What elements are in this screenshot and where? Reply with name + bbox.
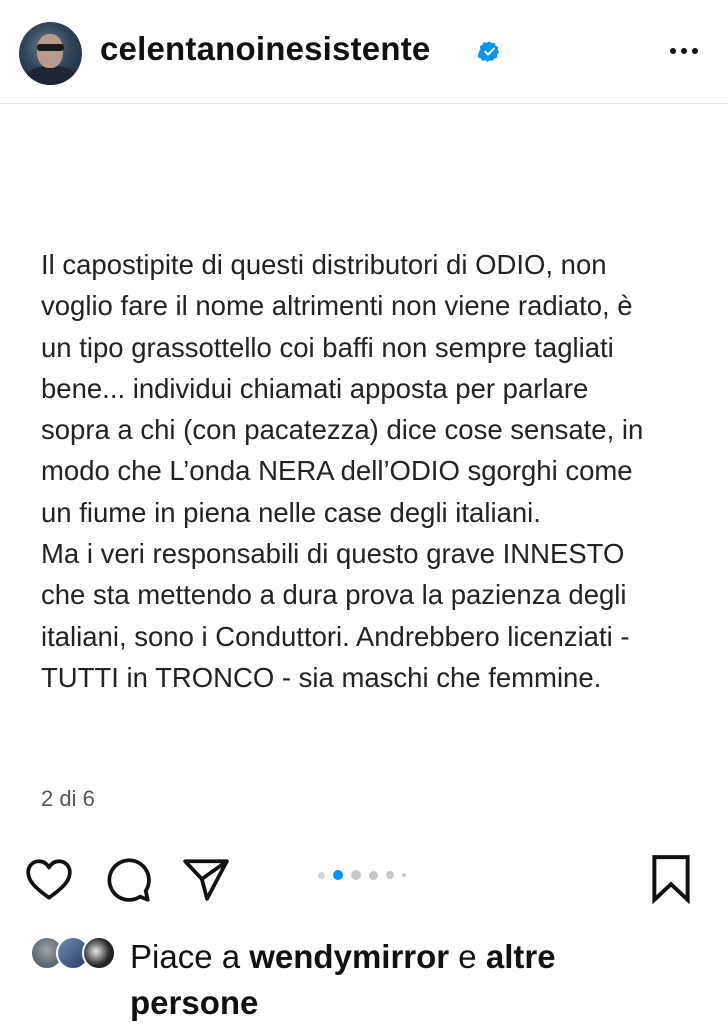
heart-icon[interactable] — [24, 855, 74, 905]
avatar-face — [37, 34, 63, 68]
carousel-dot — [351, 870, 361, 880]
post-text-line: un tipo grassottello coi baffi non sempr… — [41, 331, 614, 363]
post-text-line: modo che L’onda NERA dell’ODIO sgorghi c… — [41, 455, 633, 487]
avatar-shirt — [27, 66, 75, 85]
carousel-dot — [402, 873, 406, 877]
send-icon[interactable] — [180, 854, 232, 904]
likes-summary: Piace a wendymirror e altre persone — [130, 934, 690, 1024]
post-text-line: TUTTI in TRONCO - sia maschi che femmine… — [41, 661, 602, 693]
profile-avatar[interactable] — [19, 22, 82, 85]
carousel-dot — [318, 871, 325, 879]
bookmark-icon[interactable] — [648, 853, 694, 905]
post-text-line: bene... individui chiamati apposta per p… — [41, 372, 589, 404]
post-text-line: che sta mettendo a dura prova la pazienz… — [41, 579, 627, 611]
page-counter: 2 di 6 — [41, 786, 95, 811]
post-text-line: sopra a chi (con pacatezza) dice cose se… — [41, 414, 644, 446]
liker-avatar — [82, 936, 116, 970]
carousel-dot — [386, 871, 394, 879]
likes-conjunction: e — [449, 938, 486, 975]
liker-username-link[interactable]: wendymirror — [249, 938, 449, 975]
post-image-text: Il capostipite di questi distributori di… — [41, 244, 701, 698]
more-options-icon[interactable] — [664, 36, 704, 66]
username[interactable]: celentanoinesistente — [100, 30, 430, 68]
likes-others-link[interactable]: altre — [486, 938, 556, 975]
post-text-line: italiani, sono i Conduttori. Andrebbero … — [41, 620, 630, 652]
liker-avatars[interactable] — [30, 932, 120, 974]
carousel-indicator — [318, 870, 406, 880]
post-text-line: un fiume in piena nelle case degli itali… — [41, 496, 541, 528]
post-text-line: voglio fare il nome altrimenti non viene… — [41, 290, 633, 322]
likes-others-link-cont[interactable]: persone — [130, 984, 258, 1021]
carousel-dot-active — [333, 870, 343, 880]
avatar-sunglasses — [37, 44, 64, 51]
post-header: celentanoinesistente — [0, 0, 728, 104]
verified-badge-icon — [478, 41, 500, 62]
post-text-line: Ma i veri responsabili di questo grave I… — [41, 538, 625, 570]
carousel-dot — [369, 870, 378, 880]
comment-icon[interactable] — [103, 855, 153, 905]
post-text-line: Il capostipite di questi distributori di… — [41, 249, 607, 280]
likes-prefix: Piace a — [130, 938, 250, 975]
